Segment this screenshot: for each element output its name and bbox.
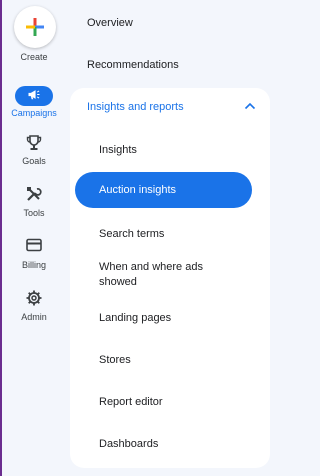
nav-item-when-where-ads-showed[interactable]: When and where ads showed (99, 260, 209, 290)
nav-item-auction-insights[interactable]: Auction insights (75, 172, 252, 208)
insights-reports-section: Insights and reports Insights Auction in… (70, 88, 270, 468)
chevron-up-icon (244, 102, 256, 110)
rail-label-tools: Tools (23, 208, 45, 218)
section-header[interactable]: Insights and reports (70, 88, 270, 128)
create-button[interactable] (14, 6, 56, 48)
section-title: Insights and reports (87, 101, 184, 113)
trophy-icon (4, 134, 64, 154)
rail-label-goals: Goals (22, 156, 46, 166)
nav-panel: Overview Recommendations Insights and re… (64, 0, 276, 476)
app-frame: Create Campaigns Goals Tools Billing Adm… (0, 0, 274, 476)
nav-item-stores[interactable]: Stores (99, 353, 259, 368)
nav-item-recommendations[interactable]: Recommendations (87, 59, 179, 71)
rail-label-billing: Billing (21, 260, 46, 270)
rail-item-billing[interactable]: Billing (4, 238, 64, 270)
megaphone-icon (28, 90, 40, 100)
rail-item-admin[interactable]: Admin (4, 290, 64, 322)
rail-item-campaigns[interactable]: Campaigns (4, 86, 64, 118)
left-rail: Create Campaigns Goals Tools Billing Adm… (4, 0, 64, 476)
nav-item-search-terms[interactable]: Search terms (99, 227, 259, 242)
gear-icon (4, 290, 64, 310)
nav-item-overview[interactable]: Overview (87, 17, 133, 29)
campaigns-pill (15, 86, 53, 106)
tools-icon (4, 186, 64, 206)
credit-card-icon (4, 238, 64, 258)
nav-item-landing-pages[interactable]: Landing pages (99, 311, 259, 326)
create-label: Create (20, 52, 48, 62)
plus-icon (26, 18, 44, 36)
rail-item-goals[interactable]: Goals (4, 134, 64, 166)
rail-item-tools[interactable]: Tools (4, 186, 64, 218)
rail-label-admin: Admin (21, 312, 47, 322)
nav-item-report-editor[interactable]: Report editor (99, 395, 259, 410)
rail-label-campaigns: Campaigns (11, 108, 57, 118)
nav-item-insights[interactable]: Insights (99, 143, 259, 158)
nav-item-dashboards[interactable]: Dashboards (99, 437, 259, 452)
